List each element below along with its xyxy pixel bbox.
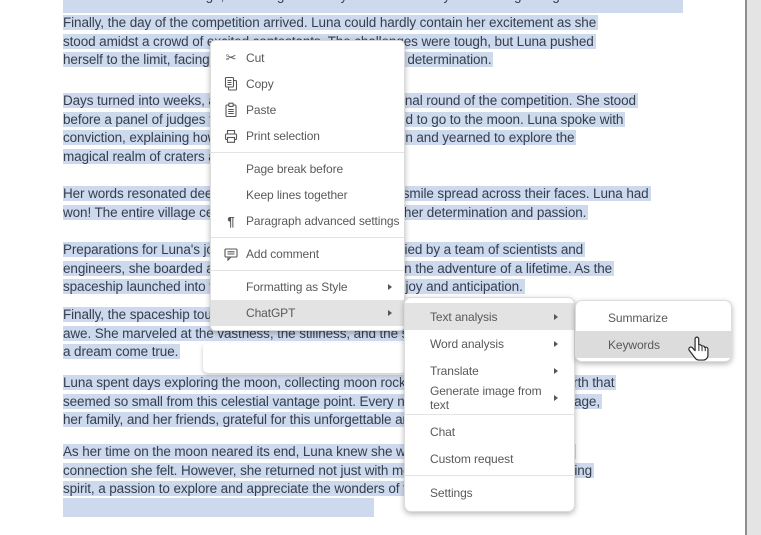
menu-item-label: ChatGPT <box>246 306 295 320</box>
submenu-arrow-icon <box>554 314 558 320</box>
menu-item-label: Custom request <box>430 452 513 466</box>
menu-separator <box>405 414 574 415</box>
submenu-arrow-icon <box>554 341 558 347</box>
selection-trailing-highlight <box>63 498 374 517</box>
menu-item-keep-lines-together[interactable]: Keep lines together <box>211 182 404 208</box>
menu-item-page-break-before[interactable]: Page break before <box>211 156 404 182</box>
menu-item-label: Copy <box>246 77 274 91</box>
menu-item-label: Print selection <box>246 129 320 143</box>
menu-item-paragraph-advanced-settings[interactable]: ¶ Paragraph advanced settings <box>211 208 404 234</box>
scroll-gutter[interactable] <box>747 0 761 535</box>
document-line: the stars above her village, dreaming of… <box>63 0 683 3</box>
copy-icon <box>223 76 239 92</box>
menu-separator <box>405 475 574 476</box>
menu-item-print-selection[interactable]: Print selection <box>211 123 404 149</box>
menu-item-label: Paste <box>246 103 276 117</box>
menu-item-label: Cut <box>246 51 264 65</box>
menu-item-formatting-as-style[interactable]: Formatting as Style <box>211 274 404 300</box>
menu-item-word-analysis[interactable]: Word analysis <box>405 330 574 357</box>
menu-item-label: Keep lines together <box>246 188 348 202</box>
menu-item-label: Word analysis <box>430 337 504 351</box>
document-line[interactable]: Finally, the day of the competition arri… <box>63 14 598 33</box>
menu-item-generate-image-from-text[interactable]: Generate image from text <box>405 384 574 411</box>
menu-item-copy[interactable]: Copy <box>211 71 404 97</box>
menu-separator <box>211 237 404 238</box>
hand-cursor-icon <box>687 334 711 365</box>
app-root: the stars above her village, dreaming of… <box>0 0 761 535</box>
menu-item-label: Generate image from text <box>430 384 554 412</box>
menu-item-chatgpt[interactable]: ChatGPT <box>211 300 404 326</box>
menu-item-label: Add comment <box>246 247 319 261</box>
menu-item-label: Page break before <box>246 162 343 176</box>
menu-item-settings[interactable]: Settings <box>405 479 574 506</box>
empty-popup-box <box>203 343 406 373</box>
clipped-top-line[interactable]: the stars above her village, dreaming of… <box>63 0 683 13</box>
menu-item-custom-request[interactable]: Custom request <box>405 445 574 472</box>
submenu-arrow-icon <box>388 284 392 290</box>
menu-item-cut[interactable]: ✂ Cut <box>211 45 404 71</box>
menu-item-label: Text analysis <box>430 310 497 324</box>
menu-item-chat[interactable]: Chat <box>405 418 574 445</box>
scissors-icon: ✂ <box>223 50 239 66</box>
paste-icon <box>223 102 239 118</box>
menu-item-summarize[interactable]: Summarize <box>576 304 731 331</box>
menu-item-paste[interactable]: Paste <box>211 97 404 123</box>
submenu-arrow-icon <box>554 395 558 401</box>
submenu-arrow-icon <box>554 368 558 374</box>
menu-item-text-analysis[interactable]: Text analysis <box>405 303 574 330</box>
menu-item-label: Paragraph advanced settings <box>246 214 399 228</box>
menu-item-label: Keywords <box>608 338 660 352</box>
printer-icon <box>223 128 239 144</box>
pilcrow-icon: ¶ <box>223 213 239 229</box>
comment-icon <box>223 246 239 262</box>
menu-separator <box>211 152 404 153</box>
menu-item-add-comment[interactable]: Add comment <box>211 241 404 267</box>
chatgpt-submenu: Text analysis Word analysis Translate Ge… <box>404 297 575 512</box>
menu-item-label: Summarize <box>608 311 668 325</box>
context-menu: ✂ Cut Copy Paste <box>210 40 405 331</box>
menu-separator <box>211 270 404 271</box>
menu-item-label: Chat <box>430 425 455 439</box>
menu-item-label: Settings <box>430 486 473 500</box>
menu-item-label: Formatting as Style <box>246 280 347 294</box>
submenu-arrow-icon <box>388 310 392 316</box>
menu-item-label: Translate <box>430 364 479 378</box>
menu-item-translate[interactable]: Translate <box>405 357 574 384</box>
